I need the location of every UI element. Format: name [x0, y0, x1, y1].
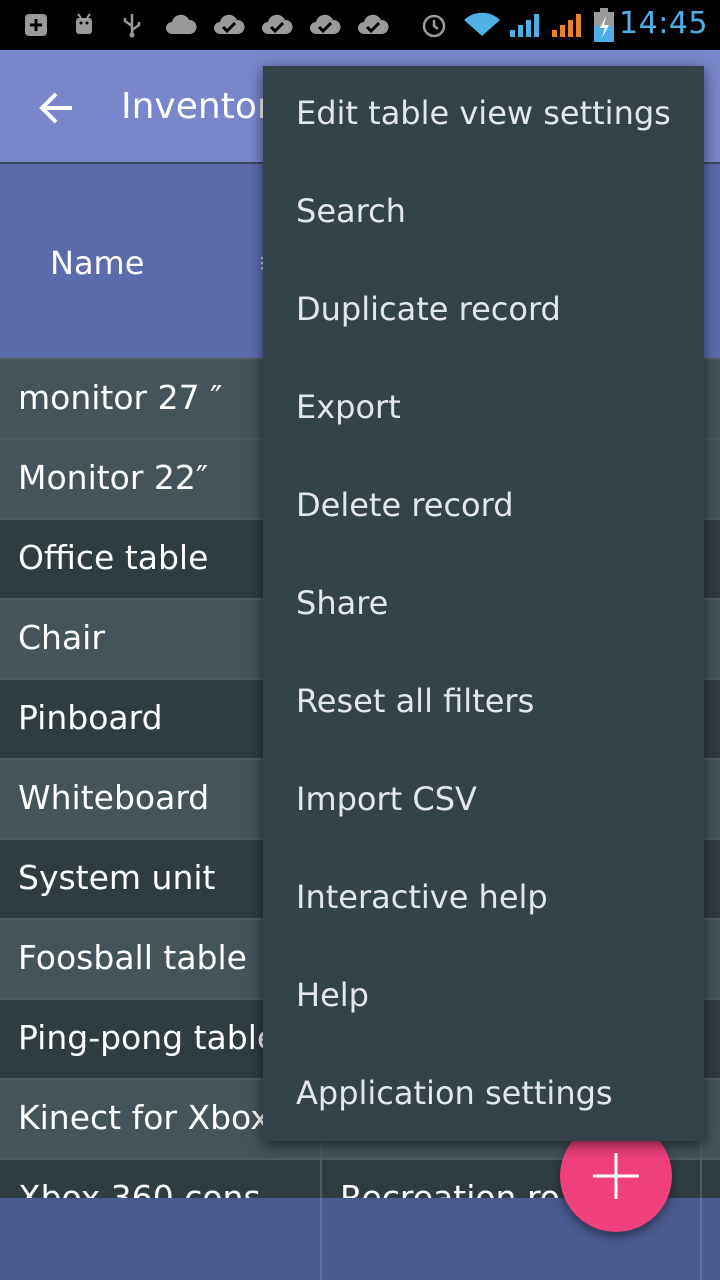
wifi-icon: [464, 12, 500, 37]
status-bar: 14:45: [0, 0, 720, 50]
cell-name: Foosball table: [18, 938, 247, 977]
cloud-check-icon: [358, 14, 389, 34]
cell-name: Pinboard: [18, 698, 163, 737]
menu-item-delete-record[interactable]: Delete record: [263, 458, 704, 556]
menu-item-search[interactable]: Search: [263, 164, 704, 262]
cell-name: monitor 27 ″: [18, 378, 223, 417]
column-header-name[interactable]: Name: [50, 244, 144, 282]
menu-item-share[interactable]: Share: [263, 556, 704, 654]
cloud-check-icon: [214, 14, 245, 34]
menu-item-import-csv[interactable]: Import CSV: [263, 752, 704, 850]
menu-item-duplicate-record[interactable]: Duplicate record: [263, 262, 704, 360]
cell-name: Whiteboard: [18, 778, 210, 817]
alarm-icon: [422, 14, 446, 38]
signal-icon: [510, 14, 539, 37]
usb-icon: [123, 14, 141, 38]
menu-item-help[interactable]: Help: [263, 948, 704, 1046]
cloud-check-icon: [262, 14, 293, 34]
cell-name: Monitor 22″: [18, 458, 209, 497]
menu-item-export[interactable]: Export: [263, 360, 704, 458]
cell-name: System unit: [18, 858, 216, 897]
menu-item-application-settings[interactable]: Application settings: [263, 1046, 704, 1144]
plus-box-icon: [25, 14, 47, 36]
cell-name: Office table: [18, 538, 209, 577]
cloud-check-icon: [310, 14, 341, 34]
plus-icon: [593, 1153, 639, 1199]
cell-name: Kinect for Xbox: [18, 1098, 270, 1137]
cell-name: Ping-pong table: [18, 1018, 278, 1057]
overflow-menu: Edit table view settings Search Duplicat…: [263, 66, 704, 1141]
menu-item-edit-table-view-settings[interactable]: Edit table view settings: [263, 66, 704, 164]
cell-name: Chair: [18, 618, 105, 657]
cloud-icon: [166, 14, 197, 34]
status-time: 14:45: [619, 6, 708, 41]
arrow-left-icon[interactable]: [36, 88, 76, 128]
menu-item-reset-all-filters[interactable]: Reset all filters: [263, 654, 704, 752]
menu-item-interactive-help[interactable]: Interactive help: [263, 850, 704, 948]
signal-icon: [552, 14, 581, 37]
android-icon: [76, 13, 92, 34]
battery-charging-icon: [594, 8, 614, 42]
